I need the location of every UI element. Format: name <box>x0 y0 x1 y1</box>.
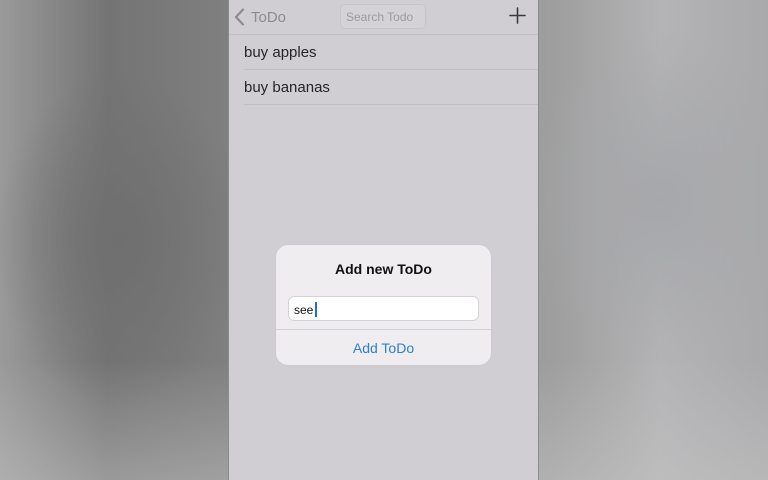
todo-text-value: see <box>294 302 314 317</box>
search-input[interactable] <box>340 4 426 29</box>
back-button[interactable]: ToDo <box>234 4 286 30</box>
todo-list: buy apples buy bananas <box>229 35 538 105</box>
add-todo-dialog: Add new ToDo see Add ToDo <box>276 245 491 365</box>
add-todo-confirm-button[interactable]: Add ToDo <box>276 330 491 365</box>
todo-text-field[interactable]: see <box>288 296 479 321</box>
back-button-label: ToDo <box>251 8 287 26</box>
chevron-left-icon <box>234 8 245 26</box>
dialog-title: Add new ToDo <box>335 261 432 277</box>
app-screen: ToDo buy apples buy bananas <box>228 0 539 480</box>
todo-label: buy apples <box>244 43 317 61</box>
todo-text-value-wrap: see <box>294 302 318 317</box>
navigation-bar: ToDo <box>229 0 538 35</box>
list-item[interactable]: buy apples <box>244 35 538 70</box>
add-todo-button[interactable] <box>509 7 526 24</box>
list-item[interactable]: buy bananas <box>244 70 538 105</box>
text-caret <box>315 302 318 317</box>
plus-icon <box>509 7 526 24</box>
todo-label: buy bananas <box>244 78 330 96</box>
